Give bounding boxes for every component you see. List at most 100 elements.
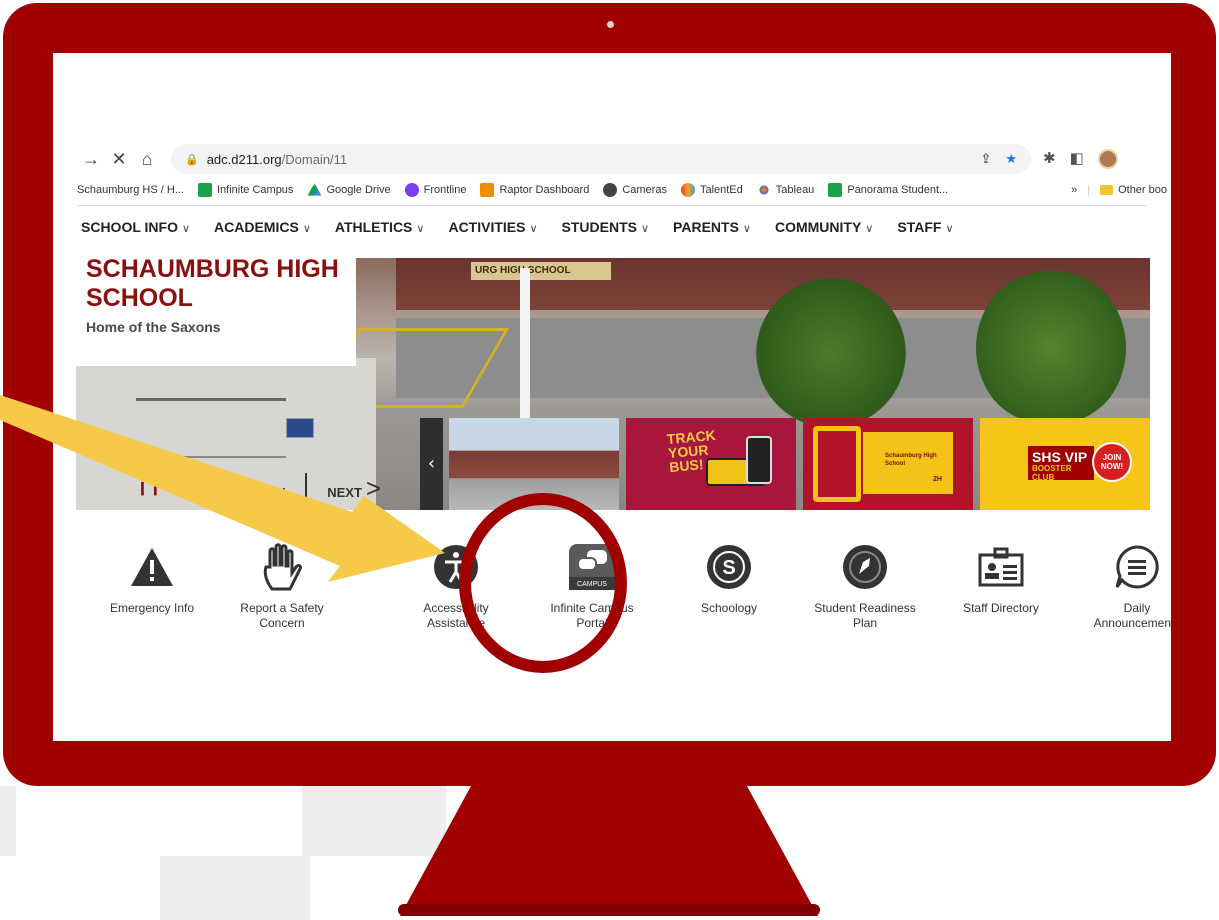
quick-link-safety[interactable]: Report a Safety Concern bbox=[217, 543, 347, 631]
chevron-right-icon: > bbox=[365, 472, 382, 503]
chevron-down-icon: ∨ bbox=[945, 223, 954, 235]
bg-square bbox=[302, 786, 446, 856]
monitor-stand-neck bbox=[400, 786, 818, 916]
thumbnail-pd[interactable]: Schaumburg High School 2H bbox=[803, 418, 973, 510]
toolbar-divider bbox=[77, 205, 1147, 206]
hero-tree bbox=[976, 268, 1126, 428]
chevron-down-icon: ∨ bbox=[302, 223, 311, 235]
nav-parents[interactable]: PARENTS ∨ bbox=[673, 219, 751, 235]
back-arrow-icon[interactable]: → bbox=[77, 149, 105, 170]
bookmark-google-drive[interactable]: Google Drive bbox=[307, 183, 391, 197]
pause-icon: ❙❙ bbox=[137, 480, 163, 495]
hand-icon bbox=[217, 543, 347, 591]
lock-icon: 🔒 bbox=[185, 153, 199, 166]
pd-box: Schaumburg High School bbox=[863, 432, 953, 494]
school-name[interactable]: SCHAUMBURG HIGH SCHOOL bbox=[86, 255, 346, 313]
bg-square bbox=[160, 856, 310, 920]
other-bookmarks[interactable]: Other boo bbox=[1100, 184, 1167, 196]
nav-academics[interactable]: ACADEMICS ∨ bbox=[214, 219, 311, 235]
bookmark-cameras[interactable]: Cameras bbox=[603, 183, 667, 197]
site-nav: SCHOOL INFO ∨ ACADEMICS ∨ ATHLETICS ∨ ACTIV… bbox=[81, 219, 954, 235]
nav-school-info[interactable]: SCHOOL INFO ∨ bbox=[81, 219, 190, 235]
frontline-icon bbox=[404, 183, 419, 197]
readiness-icon bbox=[800, 543, 930, 591]
hero-railing bbox=[136, 398, 286, 458]
bookmarks-separator: | bbox=[1087, 184, 1091, 196]
chevron-down-icon: ∨ bbox=[181, 223, 191, 235]
thumbnail-building[interactable] bbox=[449, 418, 619, 510]
tableau-icon bbox=[756, 183, 771, 197]
campus-bookmark-icon bbox=[198, 183, 212, 197]
nav-students[interactable]: STUDENTS ∨ bbox=[562, 219, 650, 235]
bookmark-tableau[interactable]: Tableau bbox=[756, 183, 814, 197]
avatar[interactable] bbox=[1097, 149, 1118, 169]
warning-icon bbox=[87, 543, 217, 591]
next-button[interactable]: NEXT > bbox=[327, 473, 385, 504]
quick-link-announcements[interactable]: Daily Announcements bbox=[1072, 543, 1171, 631]
join-now-badge: JOIN NOW! bbox=[1092, 442, 1132, 482]
stop-icon[interactable]: ✕ bbox=[105, 149, 133, 170]
chevron-left-icon: < bbox=[230, 472, 246, 503]
raptor-icon bbox=[480, 183, 495, 197]
nav-activities[interactable]: ACTIVITIES ∨ bbox=[448, 219, 537, 235]
prev-button[interactable]: < PREV bbox=[227, 473, 286, 504]
school-title-box: SCHAUMBURG HIGH SCHOOL Home of the Saxon… bbox=[76, 255, 356, 366]
quick-link-staff-directory[interactable]: Staff Directory bbox=[936, 543, 1066, 616]
svg-text:CAMPUS: CAMPUS bbox=[577, 581, 607, 588]
campus-icon: CAMPUS bbox=[527, 543, 657, 591]
hero-sign: URG HIGH SCHOOL bbox=[471, 262, 611, 280]
slideshow-controls: ❙❙ PAUSE < PREV NEXT > bbox=[137, 468, 385, 508]
accessibility-icon bbox=[391, 543, 521, 591]
bookmark-infinite-campus[interactable]: Infinite Campus bbox=[198, 183, 293, 197]
quick-link-readiness[interactable]: Student Readiness Plan bbox=[800, 543, 930, 631]
talented-icon bbox=[680, 183, 695, 197]
screen: → ✕ ⌂ 🔒 adc.d211.org /Domain/11 ⇪ ★ ✱ ◧ … bbox=[53, 53, 1171, 741]
bookmark-talented[interactable]: TalentEd bbox=[680, 183, 743, 197]
folder-icon bbox=[1100, 185, 1114, 195]
quick-link-accessibility[interactable]: Accessibility Assistance bbox=[391, 543, 521, 631]
star-icon[interactable]: ★ bbox=[1005, 151, 1017, 167]
camera-dot bbox=[607, 21, 614, 28]
chevron-down-icon: ∨ bbox=[529, 223, 538, 235]
share-icon[interactable]: ⇪ bbox=[980, 151, 991, 167]
pd-logo-icon bbox=[813, 426, 861, 502]
bg-square bbox=[0, 786, 16, 856]
drive-icon bbox=[307, 183, 322, 196]
bookmark-frontline[interactable]: Frontline bbox=[404, 183, 466, 197]
thumbnail-vip[interactable]: SHS VIP BOOSTER CLUB MEMBERSHIP JOIN NOW! bbox=[980, 418, 1150, 510]
side-panel-icon[interactable]: ◧ bbox=[1070, 149, 1084, 169]
schoology-icon: S bbox=[664, 543, 794, 591]
controls-separator bbox=[305, 473, 308, 503]
browser-toolbar: → ✕ ⌂ 🔒 adc.d211.org /Domain/11 ⇪ ★ ✱ ◧ bbox=[77, 143, 1167, 175]
bookmarks-overflow-button[interactable]: » bbox=[1071, 184, 1077, 196]
extensions-icon[interactable]: ✱ bbox=[1043, 149, 1056, 169]
bookmarks-bar: Schaumburg HS / H... Infinite Campus Goo… bbox=[77, 179, 1167, 201]
home-icon[interactable]: ⌂ bbox=[133, 149, 161, 170]
thumbnail-prev-button[interactable]: ‹ bbox=[420, 418, 443, 510]
monitor-frame: → ✕ ⌂ 🔒 adc.d211.org /Domain/11 ⇪ ★ ✱ ◧ … bbox=[3, 3, 1216, 786]
thumbnail-track-bus[interactable]: TRACK YOUR BUS! bbox=[626, 418, 796, 510]
nav-community[interactable]: COMMUNITY ∨ bbox=[775, 219, 873, 235]
bookmark-panorama[interactable]: Panorama Student... bbox=[828, 183, 948, 197]
monitor-stand-base bbox=[398, 904, 820, 916]
hero-tree bbox=[756, 278, 906, 428]
url-domain: adc.d211.org bbox=[206, 151, 282, 167]
id-card-icon bbox=[936, 543, 1066, 591]
chat-icon bbox=[1072, 543, 1171, 591]
vip-box: SHS VIP BOOSTER CLUB MEMBERSHIP bbox=[1028, 446, 1094, 491]
chevron-down-icon: ∨ bbox=[640, 223, 650, 235]
chevron-down-icon: ∨ bbox=[742, 223, 751, 235]
quick-link-schoology[interactable]: S Schoology bbox=[664, 543, 794, 616]
phone-icon bbox=[746, 436, 772, 484]
hero-solar-panel bbox=[286, 418, 314, 438]
quick-link-infinite-campus[interactable]: CAMPUS Infinite Campus Portal bbox=[527, 543, 657, 631]
quick-link-emergency[interactable]: Emergency Info bbox=[87, 543, 217, 616]
school-tagline: Home of the Saxons bbox=[86, 319, 221, 335]
nav-staff[interactable]: STAFF ∨ bbox=[897, 219, 953, 235]
bookmark-raptor[interactable]: Raptor Dashboard bbox=[480, 183, 589, 197]
bookmark-schaumburg[interactable]: Schaumburg HS / H... bbox=[77, 184, 184, 196]
pause-button[interactable]: ❙❙ PAUSE bbox=[137, 480, 213, 496]
nav-athletics[interactable]: ATHLETICS ∨ bbox=[335, 219, 425, 235]
chevron-down-icon: ∨ bbox=[416, 223, 425, 235]
address-bar[interactable]: 🔒 adc.d211.org /Domain/11 ⇪ ★ bbox=[171, 144, 1031, 174]
